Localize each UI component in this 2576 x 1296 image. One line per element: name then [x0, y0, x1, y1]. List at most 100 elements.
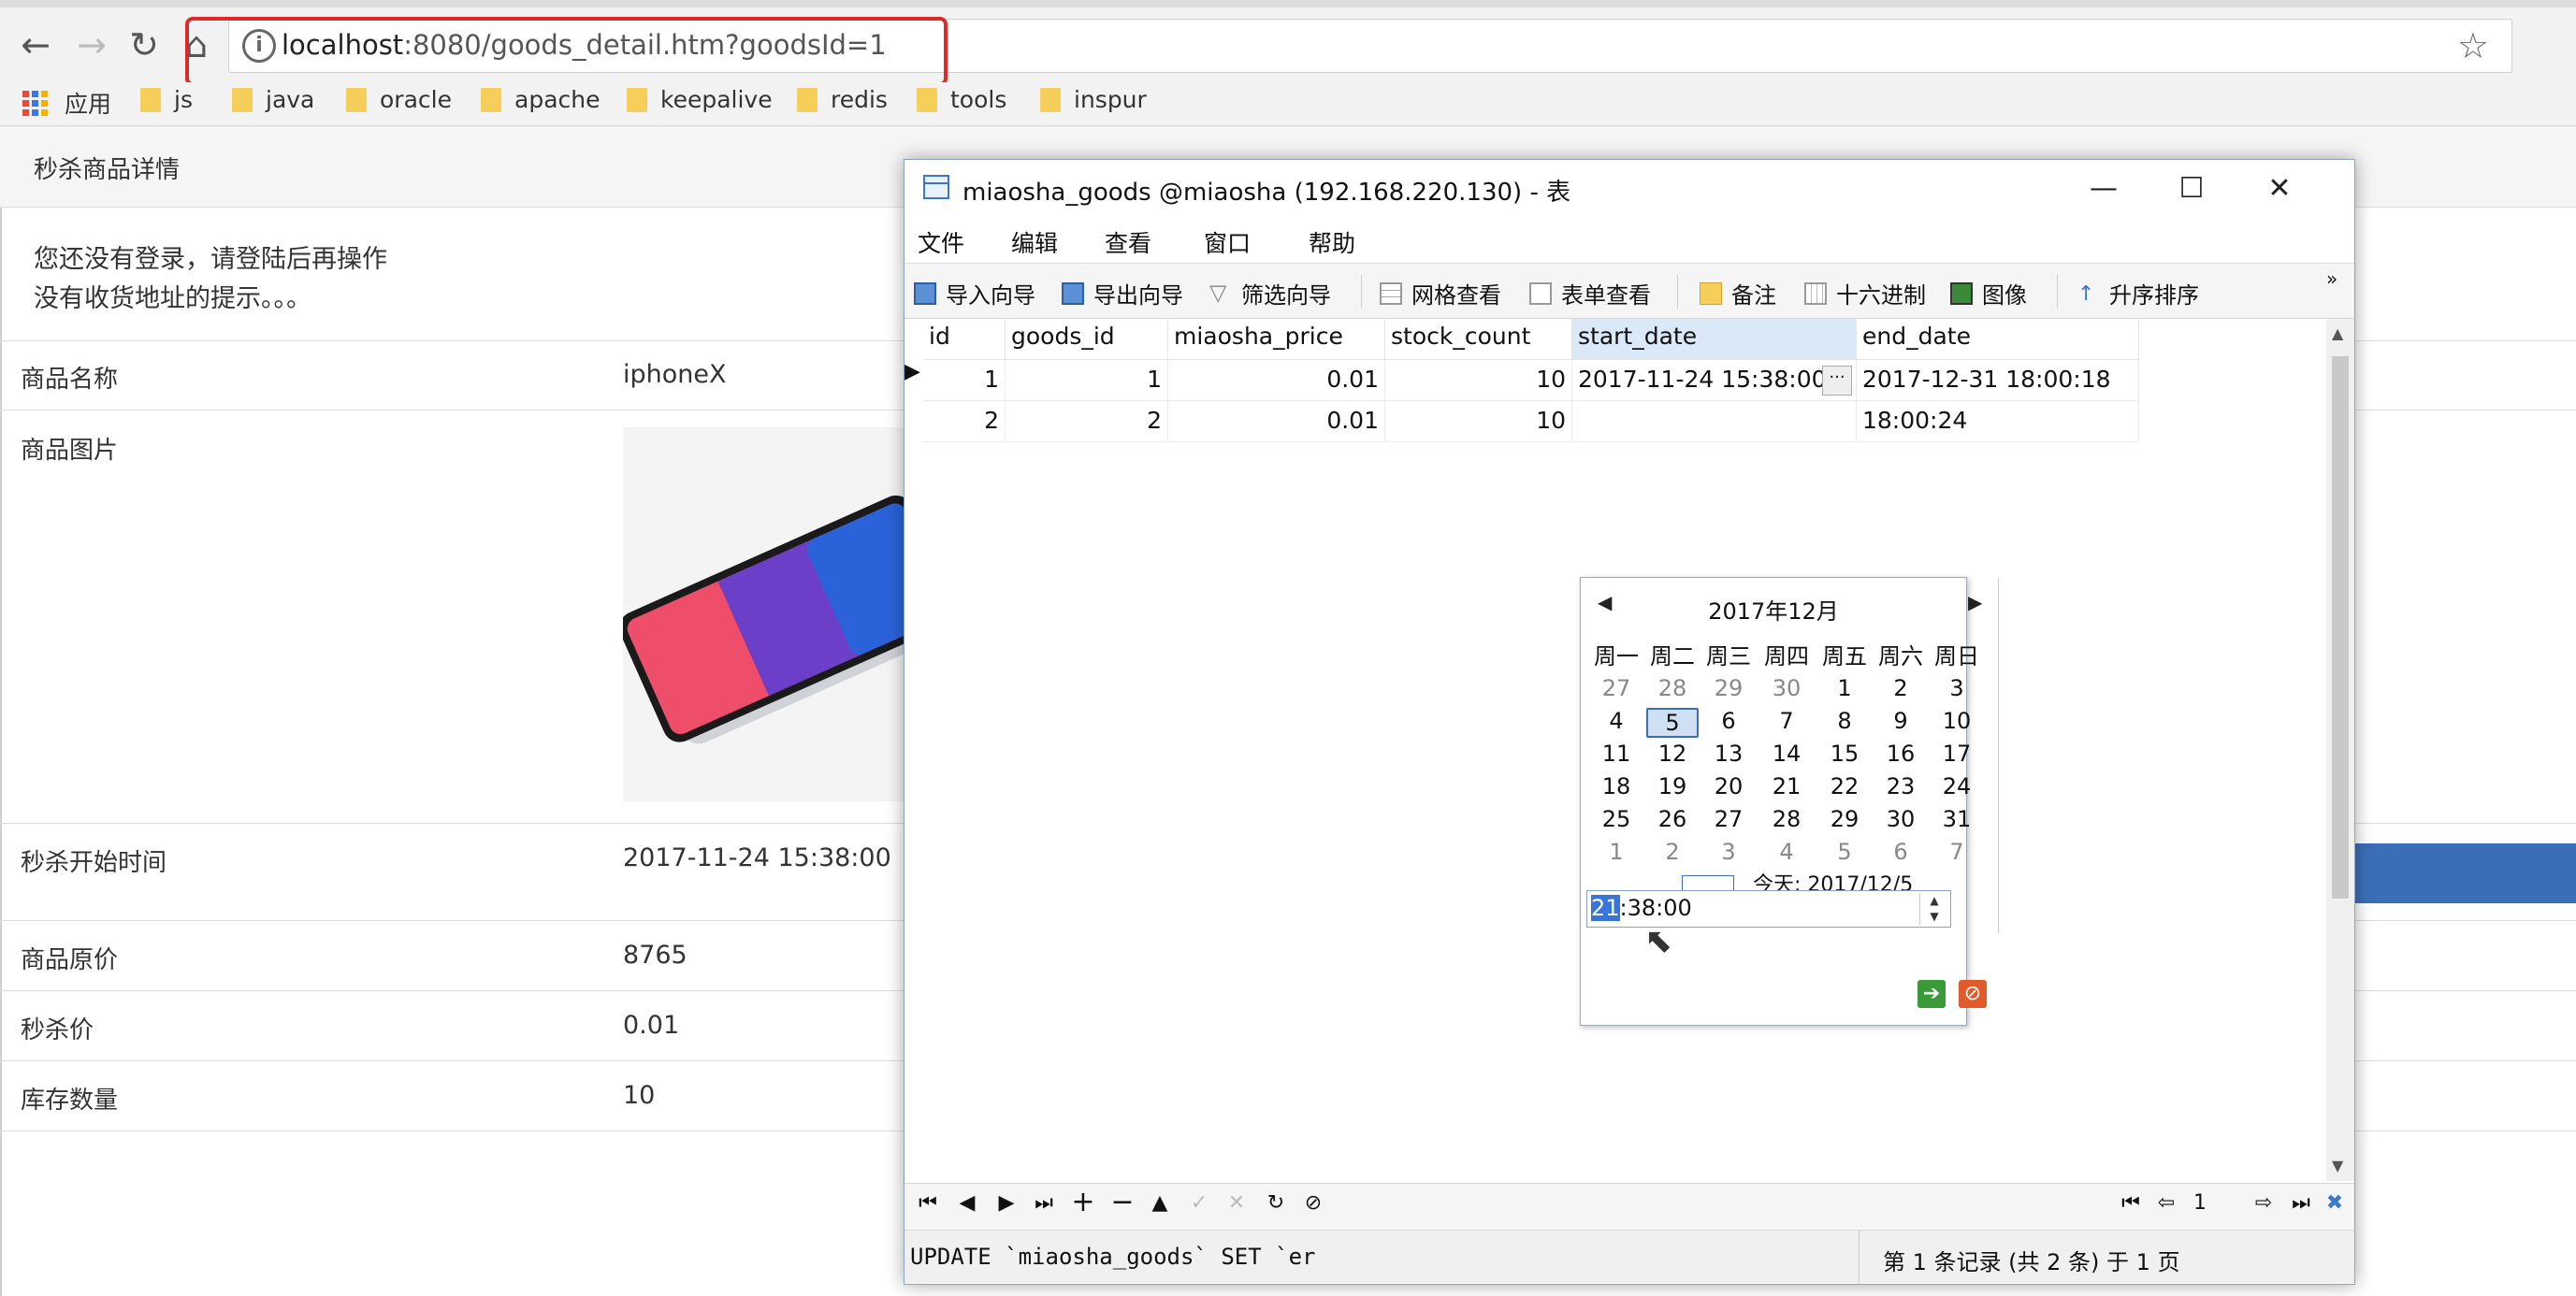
calendar-day[interactable]: 4 [1760, 839, 1813, 865]
menu-edit[interactable]: 编辑 [1011, 225, 1058, 259]
time-input[interactable]: 21:38:00 ▲ ▼ [1586, 890, 1951, 928]
back-icon[interactable]: ← [11, 21, 60, 69]
calendar-day[interactable]: 15 [1818, 741, 1871, 767]
last-page-icon[interactable]: ⏭ [2287, 1191, 2315, 1215]
bookmark-folder-java[interactable]: java [232, 86, 314, 113]
forward-icon[interactable]: → [67, 21, 116, 69]
menu-view[interactable]: 查看 [1105, 225, 1151, 259]
commit-icon[interactable]: ✓ [1185, 1191, 1213, 1215]
calendar-day[interactable]: 25 [1590, 806, 1643, 832]
menu-help[interactable]: 帮助 [1309, 225, 1355, 259]
bookmark-folder-inspur[interactable]: inspur [1040, 86, 1147, 113]
confirm-date-button[interactable]: ➔ [1918, 980, 1946, 1008]
calendar-day[interactable]: 14 [1760, 741, 1813, 767]
table-cell[interactable]: 0.01 [1168, 360, 1385, 401]
table-cell[interactable]: 18:00:24 [1857, 401, 2139, 442]
settings-tools-icon[interactable]: ✖ [2321, 1191, 2349, 1215]
reload-icon[interactable]: ↻ [120, 21, 168, 69]
calendar-day[interactable]: 5 [1818, 839, 1871, 865]
spin-down-icon[interactable]: ▼ [1920, 909, 1948, 925]
spin-up-icon[interactable]: ▲ [1920, 893, 1948, 909]
calendar-day[interactable]: 11 [1590, 741, 1643, 767]
table-cell[interactable]: 2 [1006, 401, 1168, 442]
calendar-day[interactable]: 4 [1590, 708, 1643, 734]
maximize-button[interactable]: ☐ [2164, 166, 2220, 210]
sort-asc-button[interactable]: ↑ 升序排序 [2077, 277, 2199, 310]
calendar-day[interactable]: 30 [1760, 675, 1813, 701]
next-page-icon[interactable]: ⇨ [2250, 1191, 2278, 1215]
calendar-day[interactable]: 26 [1646, 806, 1699, 832]
toolbar-overflow-icon[interactable]: » [2326, 267, 2337, 290]
table-cell[interactable]: 2 [923, 401, 1006, 442]
calendar-day[interactable]: 20 [1702, 773, 1755, 799]
bookmark-folder-js[interactable]: js [140, 86, 193, 113]
today-label[interactable]: 今天: 2017/12/5 [1753, 868, 1977, 890]
column-header-goods-id[interactable]: goods_id [1006, 319, 1168, 360]
calendar-day[interactable]: 9 [1874, 708, 1927, 734]
calendar-day[interactable]: 27 [1702, 806, 1755, 832]
calendar-day[interactable]: 18 [1590, 773, 1643, 799]
prev-record-icon[interactable]: ◀ [953, 1191, 981, 1215]
image-button[interactable]: 图像 [1950, 277, 2027, 310]
column-header-end-date[interactable]: end_date [1857, 319, 2139, 360]
stop-icon[interactable]: ⊘ [1299, 1191, 1327, 1215]
calendar-day[interactable]: 2 [1874, 675, 1927, 701]
memo-button[interactable]: 备注 [1700, 277, 1776, 310]
calendar-day[interactable]: 12 [1646, 741, 1699, 767]
calendar-day[interactable]: 21 [1760, 773, 1813, 799]
form-view-button[interactable]: 表单查看 [1529, 277, 1651, 310]
refresh-icon[interactable]: ↻ [1262, 1191, 1290, 1215]
calendar-day[interactable]: 28 [1760, 806, 1813, 832]
time-spinner[interactable]: ▲ ▼ [1919, 893, 1948, 925]
calendar-day[interactable]: 22 [1818, 773, 1871, 799]
first-record-icon[interactable]: ⏮ [914, 1191, 942, 1215]
bookmark-folder-apache[interactable]: apache [481, 86, 600, 113]
calendar-day[interactable]: 6 [1702, 708, 1755, 734]
calendar-day[interactable]: 3 [1931, 675, 1983, 701]
table-cell[interactable]: 10 [1385, 401, 1572, 442]
apply-changes-icon[interactable]: ▲ [1146, 1191, 1174, 1215]
calendar-day[interactable]: 3 [1702, 839, 1755, 865]
calendar-day[interactable]: 1 [1590, 839, 1643, 865]
import-wizard-button[interactable]: 导入向导 [914, 277, 1035, 310]
calendar-day[interactable]: 2 [1646, 839, 1699, 865]
calendar-day[interactable]: 7 [1931, 839, 1983, 865]
calendar-day[interactable]: 29 [1702, 675, 1755, 701]
table-cell[interactable]: 1 [923, 360, 1006, 401]
grid-view-button[interactable]: 网格查看 [1380, 277, 1501, 310]
last-record-icon[interactable]: ⏭ [1030, 1191, 1058, 1215]
calendar-day[interactable]: 31 [1931, 806, 1983, 832]
scroll-thumb[interactable] [2332, 356, 2349, 899]
calendar-day[interactable]: 30 [1874, 806, 1927, 832]
bookmark-folder-tools[interactable]: tools [917, 86, 1006, 113]
calendar-day[interactable]: 8 [1818, 708, 1871, 734]
bookmark-folder-oracle[interactable]: oracle [346, 86, 452, 113]
page-number-input[interactable]: 1 [2193, 1191, 2231, 1215]
menu-file[interactable]: 文件 [918, 225, 964, 259]
calendar-day[interactable]: 24 [1931, 773, 1983, 799]
first-page-icon[interactable]: ⏮ [2117, 1191, 2145, 1215]
column-header-miaosha-price[interactable]: miaosha_price [1168, 319, 1385, 360]
close-button[interactable]: ✕ [2251, 166, 2308, 210]
discard-icon[interactable]: ✕ [1223, 1191, 1251, 1215]
minimize-button[interactable]: — [2076, 166, 2132, 210]
window-titlebar[interactable]: miaosha_goods @miaosha (192.168.220.130)… [904, 160, 2354, 216]
menu-window[interactable]: 窗口 [1204, 225, 1251, 259]
calendar-day[interactable]: 1 [1818, 675, 1871, 701]
vertical-scrollbar[interactable]: ▲ ▼ [2326, 319, 2354, 1181]
scroll-up-icon[interactable]: ▲ [2332, 324, 2343, 342]
next-month-icon[interactable]: ▶ [1968, 591, 1982, 613]
export-wizard-button[interactable]: 导出向导 [1062, 277, 1183, 310]
table-cell[interactable]: 0.01 [1168, 401, 1385, 442]
ellipsis-button[interactable]: ··· [1822, 366, 1852, 396]
calendar-day[interactable]: 27 [1590, 675, 1643, 701]
scroll-down-icon[interactable]: ▼ [2332, 1157, 2343, 1174]
bookmark-apps[interactable]: 应用 [22, 86, 111, 120]
calendar-day[interactable]: 10 [1931, 708, 1983, 734]
calendar-day[interactable]: 17 [1931, 741, 1983, 767]
hex-button[interactable]: 十六进制 [1804, 277, 1926, 310]
calendar-day[interactable]: 28 [1646, 675, 1699, 701]
prev-page-icon[interactable]: ⇦ [2152, 1191, 2180, 1215]
calendar-day[interactable]: 29 [1818, 806, 1871, 832]
filter-wizard-button[interactable]: ▽ 筛选向导 [1209, 277, 1331, 310]
